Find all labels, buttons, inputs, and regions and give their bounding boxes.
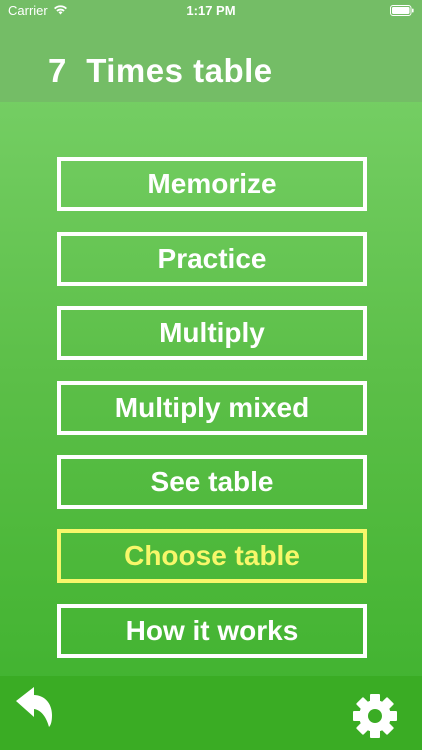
how-it-works-button[interactable]: How it works	[57, 604, 367, 658]
choose-table-button[interactable]: Choose table	[57, 529, 367, 583]
status-time: 1:17 PM	[186, 3, 236, 18]
multiply-button[interactable]: Multiply	[57, 306, 367, 360]
practice-button[interactable]: Practice	[57, 232, 367, 286]
back-arrow-icon[interactable]	[14, 683, 56, 729]
multiply-mixed-button[interactable]: Multiply mixed	[57, 381, 367, 435]
status-bar: Carrier 1:17 PM	[0, 0, 422, 22]
battery-icon	[390, 5, 414, 16]
memorize-button[interactable]: Memorize	[57, 157, 367, 211]
page-title: 7 Times table	[48, 52, 273, 89]
gear-icon[interactable]	[352, 693, 398, 739]
see-table-button[interactable]: See table	[57, 455, 367, 509]
